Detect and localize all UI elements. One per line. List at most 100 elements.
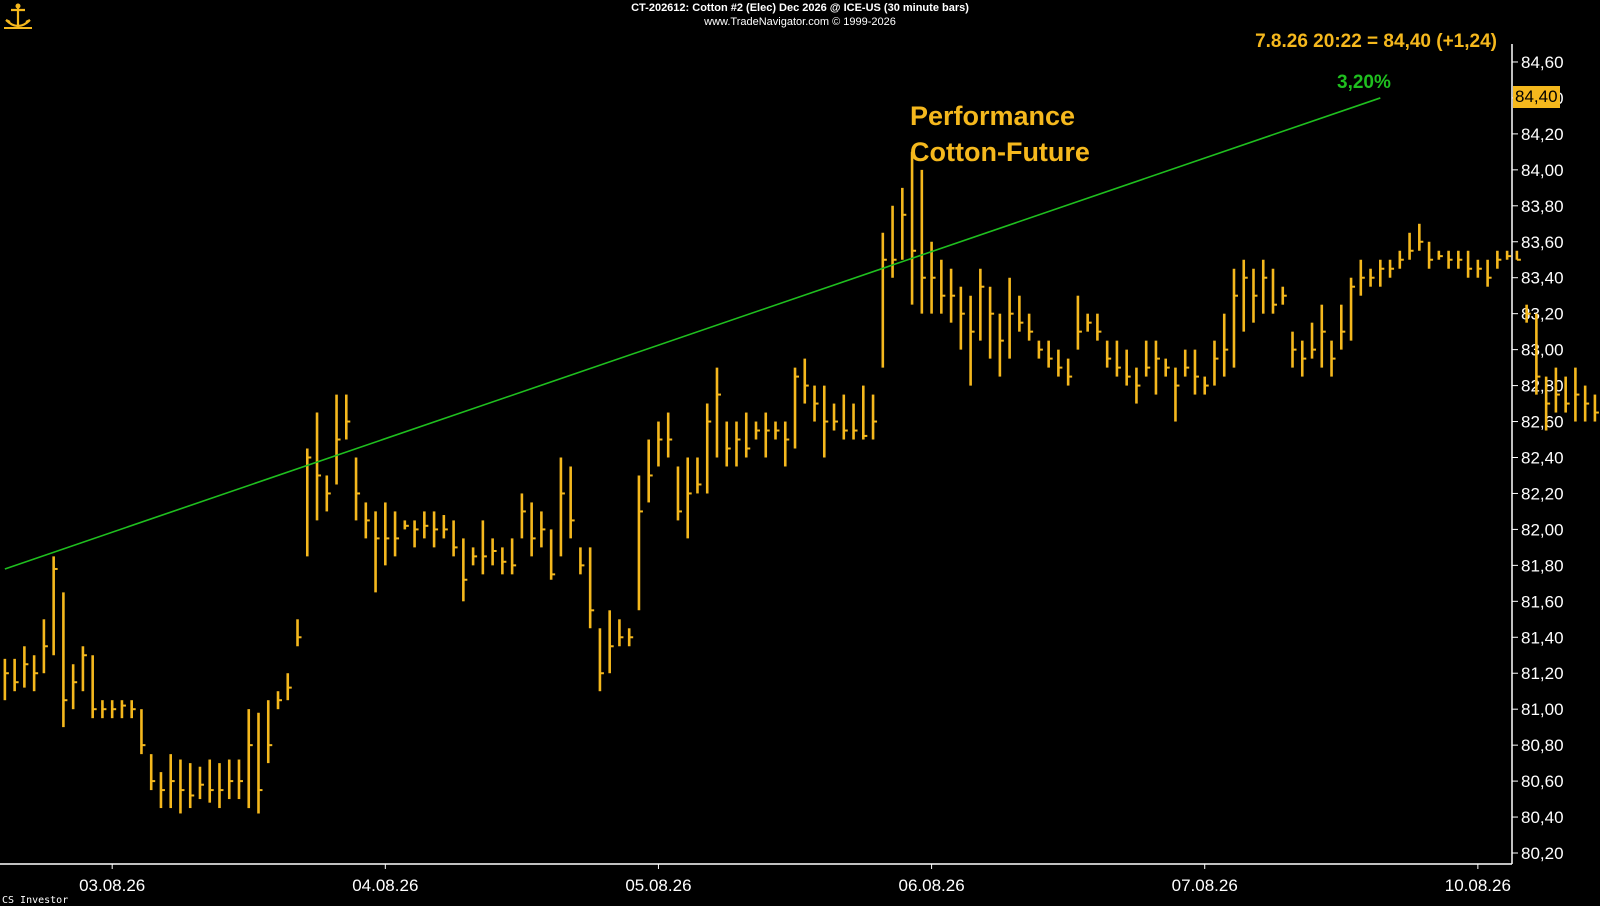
ohlc-bar [920, 169, 926, 314]
ohlc-bar [1388, 259, 1395, 278]
ohlc-chart: 84,6084,4084,2084,0083,8083,6083,4083,20… [0, 44, 1599, 895]
x-tick-label: 05.08.26 [625, 876, 691, 895]
ohlc-bar [1213, 340, 1219, 386]
ohlc-bar [715, 367, 721, 458]
ohlc-bar [1505, 250, 1512, 260]
ohlc-bar [1320, 304, 1326, 368]
ohlc-bar [862, 385, 868, 440]
ohlc-bar [1086, 313, 1092, 332]
ohlc-bar [23, 646, 29, 688]
footer-credit: CS Investor [2, 895, 69, 906]
ohlc-bar [1037, 340, 1043, 359]
y-tick-label: 81,60 [1521, 592, 1564, 611]
ohlc-bar [32, 655, 39, 692]
ohlc-bar [276, 691, 283, 710]
ohlc-bar [910, 151, 917, 305]
ohlc-bar [1203, 376, 1209, 395]
ohlc-bar [1115, 340, 1121, 377]
ohlc-bar [296, 619, 302, 647]
ohlc-bar [1164, 358, 1170, 377]
ohlc-bar [764, 412, 770, 458]
ohlc-bar [822, 385, 829, 458]
ohlc-bar [1125, 349, 1131, 386]
y-tick-label: 80,80 [1521, 736, 1564, 755]
y-tick-label: 80,40 [1521, 808, 1564, 827]
ohlc-bar [959, 286, 965, 350]
ohlc-bar [1564, 376, 1570, 413]
ohlc-bar [1574, 367, 1580, 422]
ohlc-bar [198, 766, 204, 800]
ohlc-bar [344, 394, 351, 440]
ohlc-bar [481, 520, 487, 575]
ohlc-bar [179, 759, 185, 814]
ohlc-bar [1408, 232, 1414, 260]
ohlc-bar [1476, 259, 1482, 278]
ohlc-bar [1447, 250, 1453, 269]
ohlc-bar [1466, 250, 1473, 278]
ohlc-bar [510, 538, 517, 575]
ohlc-bar [1144, 340, 1151, 377]
x-tick-label: 06.08.26 [898, 876, 964, 895]
ohlc-bar [1593, 394, 1599, 422]
ohlc-bar [237, 759, 243, 800]
last-price-tag: 84,40 [1513, 86, 1560, 108]
y-tick-label: 81,00 [1521, 700, 1564, 719]
y-tick-label: 84,20 [1521, 125, 1564, 144]
performance-trendline [4, 97, 1381, 570]
ohlc-bar [101, 700, 107, 719]
ohlc-bar [940, 259, 946, 314]
ohlc-bar [1359, 259, 1365, 296]
ohlc-bar [579, 547, 585, 575]
ohlc-bar [647, 439, 653, 503]
ohlc-bar [793, 367, 800, 449]
ohlc-bar [1486, 259, 1492, 287]
ohlc-bar [62, 592, 68, 728]
ohlc-bar [1066, 358, 1073, 386]
y-tick-label: 83,40 [1521, 269, 1564, 288]
ohlc-bar [81, 646, 87, 692]
ohlc-bar [1398, 250, 1404, 269]
y-tick-label: 82,00 [1521, 520, 1564, 539]
ohlc-bar [1515, 250, 1521, 261]
ohlc-bar [374, 511, 380, 593]
ohlc-bar [754, 421, 760, 440]
ohlc-bar [413, 520, 419, 548]
ohlc-bar [42, 619, 48, 674]
ohlc-bar [227, 759, 234, 800]
x-tick-label: 07.08.26 [1172, 876, 1238, 895]
ohlc-bar [696, 457, 702, 494]
ohlc-bar [462, 538, 468, 602]
y-tick-label: 84,00 [1521, 161, 1564, 180]
ohlc-bar [71, 664, 78, 710]
ohlc-bar [783, 421, 790, 467]
y-tick-label: 81,20 [1521, 664, 1564, 683]
ohlc-bar [627, 628, 634, 647]
ohlc-bar [208, 759, 214, 803]
ohlc-bar [1222, 313, 1229, 377]
ohlc-bar [569, 466, 575, 539]
ohlc-bar [1096, 313, 1102, 341]
ohlc-bar [930, 241, 936, 314]
ohlc-bar [471, 547, 478, 566]
ohlc-bar [1349, 277, 1356, 341]
ohlc-bar [559, 457, 565, 557]
ohlc-bar [1008, 277, 1014, 359]
ohlc-bar [979, 268, 985, 341]
ohlc-bar [540, 511, 546, 548]
ohlc-bar [1076, 295, 1082, 350]
ohlc-bar [1232, 268, 1238, 368]
ohlc-bar [871, 394, 878, 440]
ohlc-bar [1027, 313, 1034, 341]
ohlc-bar [735, 421, 741, 467]
ohlc-bar [1252, 268, 1258, 323]
ohlc-bar [393, 511, 400, 557]
ohlc-bar [1105, 340, 1112, 368]
x-tick-label: 03.08.26 [79, 876, 145, 895]
ohlc-bar [1154, 340, 1160, 395]
ohlc-bar [247, 709, 253, 809]
ohlc-bar [354, 457, 361, 521]
ohlc-bar [1242, 259, 1248, 332]
ohlc-bar [452, 520, 458, 557]
ohlc-bar [949, 268, 956, 323]
ohlc-bar [1310, 322, 1317, 359]
